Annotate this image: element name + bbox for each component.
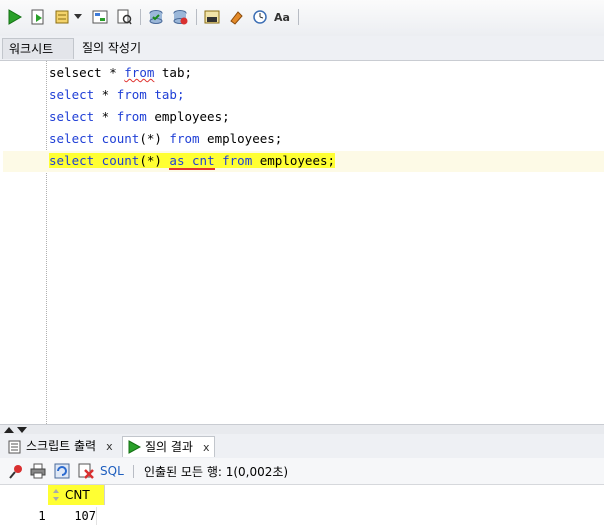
gutter-divider [46, 61, 47, 424]
cancel-query-icon[interactable] [78, 463, 94, 479]
tab-label: 질의 결과 [145, 439, 193, 454]
code-line-2: select * from tab; [49, 85, 184, 105]
toolbar-divider [196, 9, 197, 25]
print-icon[interactable] [30, 463, 46, 479]
tab-worksheet[interactable]: 워크시트 [2, 38, 74, 59]
run-script-icon[interactable] [28, 7, 48, 27]
keyword-select: select [49, 131, 95, 146]
main-toolbar: Aa [0, 0, 604, 37]
sql-format-icon[interactable] [202, 7, 222, 27]
code-text: employees; [146, 109, 230, 124]
explain-plan-icon[interactable] [90, 7, 110, 27]
keyword-from: from [124, 65, 155, 80]
output-tabbar: 스크립트 출력 x 질의 결과 x [0, 434, 604, 459]
code-text: tab; [154, 65, 193, 80]
code-line-5: select count(*) as cnt from employees; [49, 151, 336, 171]
keyword-count: count [94, 131, 140, 146]
keyword-from: from [116, 109, 147, 124]
code-space [184, 153, 193, 170]
run-icon[interactable] [4, 7, 24, 27]
run-icon [128, 440, 141, 454]
fetch-status: 인출된 모든 행: 1(0,002초) [144, 464, 289, 479]
code-text: employees; [252, 153, 336, 168]
keyword-count: count [94, 153, 140, 168]
history-icon[interactable] [250, 7, 270, 27]
code-line-3: select * from employees; [49, 107, 230, 127]
toolbar-divider [298, 9, 299, 25]
pin-icon[interactable] [8, 463, 24, 479]
close-icon[interactable]: x [203, 437, 210, 458]
code-text: employees; [199, 131, 283, 146]
chevron-down-icon[interactable] [72, 7, 84, 27]
tab-query-builder[interactable]: 질의 작성기 [82, 38, 141, 59]
refresh-icon[interactable] [54, 463, 70, 479]
tab-script-output[interactable]: 스크립트 출력 x [4, 436, 117, 457]
code-text: (*) [139, 131, 170, 146]
tab-label: 스크립트 출력 [26, 439, 97, 453]
column-header-cnt[interactable]: CNT [48, 485, 105, 505]
worksheet-tabbar: 워크시트 질의 작성기 [0, 36, 604, 61]
keyword-from: from [214, 153, 253, 168]
row-number: 1 [38, 509, 46, 523]
code-line-4: select count(*) from employees; [49, 129, 282, 149]
close-icon[interactable]: x [106, 436, 113, 457]
keyword-from: from [169, 131, 200, 146]
result-grid[interactable]: CNT 1 107 [0, 485, 604, 532]
tab-query-result[interactable]: 질의 결과 x [122, 436, 215, 457]
keyword-as: as [169, 153, 185, 170]
code-text: (*) [139, 153, 170, 168]
sort-icon[interactable] [50, 487, 62, 503]
case-icon[interactable]: Aa [272, 7, 292, 27]
column-label: CNT [65, 488, 90, 502]
alias-cnt: cnt [192, 153, 215, 170]
result-toolbar: SQL 인출된 모든 행: 1(0,002초) [0, 458, 604, 485]
toolbar-divider [140, 9, 141, 25]
rollback-icon[interactable] [170, 7, 190, 27]
sql-editor[interactable]: selsect * from tab; select * from tab; s… [3, 61, 604, 424]
eraser-icon[interactable] [226, 7, 246, 27]
code-text: * [94, 109, 117, 124]
code-line-1: selsect * from tab; [49, 63, 192, 83]
sql-tuning-icon[interactable] [114, 7, 134, 27]
collapse-arrows-icon[interactable] [4, 427, 28, 434]
keyword-select: select [49, 87, 95, 102]
sql-link[interactable]: SQL [100, 463, 124, 479]
code-text: * [94, 87, 117, 102]
keyword-from: from [116, 87, 147, 102]
script-output-icon [8, 440, 21, 453]
autotrace-icon[interactable] [52, 7, 72, 27]
code-text: selsect * [49, 65, 125, 80]
keyword-select: select [49, 153, 95, 168]
line-gutter [3, 61, 41, 424]
keyword-select: select [49, 109, 95, 124]
toolbar-divider [133, 465, 134, 478]
code-text: tab; [146, 87, 185, 102]
commit-icon[interactable] [146, 7, 166, 27]
table-cell[interactable]: 107 [48, 507, 97, 525]
